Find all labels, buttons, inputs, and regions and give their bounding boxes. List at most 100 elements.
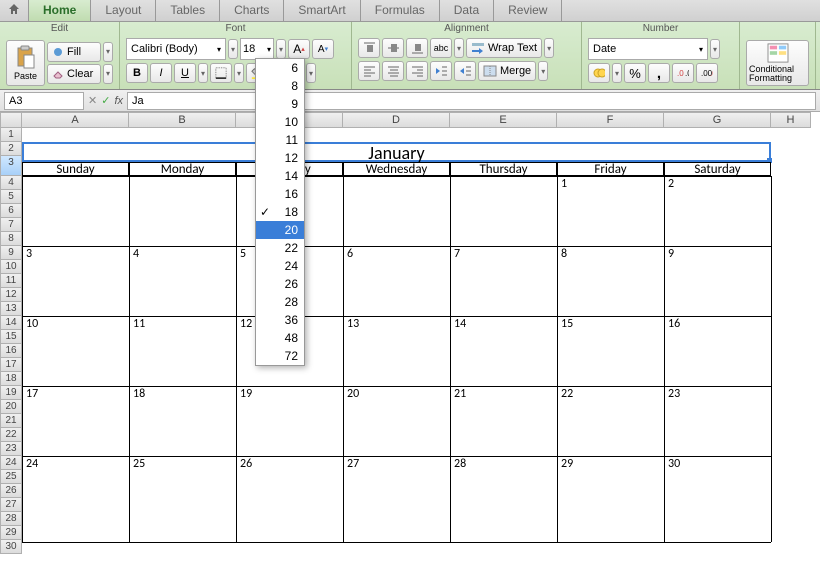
currency-button[interactable] (588, 63, 610, 83)
row-header-18[interactable]: 18 (0, 372, 22, 386)
col-header-G[interactable]: G (664, 112, 771, 128)
col-header-H[interactable]: H (771, 112, 811, 128)
confirm-icon[interactable]: ✓ (101, 94, 110, 107)
day-header[interactable]: Sunday (22, 162, 129, 176)
calendar-day[interactable]: 19 (238, 387, 252, 401)
clear-button[interactable]: Clear (47, 64, 101, 84)
row-header-8[interactable]: 8 (0, 232, 22, 246)
row-header-23[interactable]: 23 (0, 442, 22, 456)
align-middle-button[interactable] (382, 38, 404, 58)
font-size-option[interactable]: 26 (256, 275, 304, 293)
font-size-option[interactable]: 14 (256, 167, 304, 185)
tab-layout[interactable]: Layout (91, 0, 156, 21)
font-size-option[interactable]: 8 (256, 77, 304, 95)
day-header[interactable]: Friday (557, 162, 664, 176)
calendar-day[interactable]: 7 (452, 247, 460, 261)
row-header-5[interactable]: 5 (0, 190, 22, 204)
row-header-4[interactable]: 4 (0, 176, 22, 190)
orientation-button[interactable]: abc (430, 38, 452, 58)
calendar-day[interactable]: 22 (559, 387, 573, 401)
row-header-14[interactable]: 14 (0, 316, 22, 330)
calendar-day[interactable]: 21 (452, 387, 466, 401)
clear-dropdown[interactable]: ▾ (103, 64, 113, 84)
row-header-12[interactable]: 12 (0, 288, 22, 302)
font-size-option[interactable]: 12 (256, 149, 304, 167)
row-header-16[interactable]: 16 (0, 344, 22, 358)
calendar-day[interactable]: 12 (238, 317, 252, 331)
calendar-day[interactable]: 13 (345, 317, 359, 331)
font-size-option[interactable]: 20 (256, 221, 304, 239)
row-header-10[interactable]: 10 (0, 260, 22, 274)
font-size-option[interactable]: 36 (256, 311, 304, 329)
row-header-22[interactable]: 22 (0, 428, 22, 442)
row-header-20[interactable]: 20 (0, 400, 22, 414)
col-header-F[interactable]: F (557, 112, 664, 128)
orientation-dropdown[interactable]: ▾ (454, 38, 464, 58)
row-header-25[interactable]: 25 (0, 470, 22, 484)
calendar-day[interactable]: 17 (24, 387, 38, 401)
calendar-day[interactable]: 14 (452, 317, 466, 331)
calendar-day[interactable]: 23 (666, 387, 680, 401)
row-header-2[interactable]: 2 (0, 142, 22, 156)
row-header-11[interactable]: 11 (0, 274, 22, 288)
tab-charts[interactable]: Charts (220, 0, 284, 21)
indent-increase-button[interactable] (454, 61, 476, 81)
tab-smartart[interactable]: SmartArt (284, 0, 360, 21)
comma-button[interactable]: , (648, 63, 670, 83)
calendar-day[interactable]: 26 (238, 457, 252, 471)
calendar-day[interactable]: 5 (238, 247, 246, 261)
font-size-option[interactable]: 9 (256, 95, 304, 113)
align-left-button[interactable] (358, 61, 380, 81)
cancel-icon[interactable]: ✕ (88, 94, 97, 107)
select-all-corner[interactable] (0, 112, 22, 128)
calendar-day[interactable]: 1 (559, 177, 567, 191)
day-header[interactable]: Monday (129, 162, 236, 176)
font-size-option[interactable]: 24 (256, 257, 304, 275)
calendar-day[interactable]: 27 (345, 457, 359, 471)
tab-home[interactable]: Home (29, 0, 91, 21)
font-size-option[interactable]: 16 (256, 185, 304, 203)
row-header-1[interactable]: 1 (0, 128, 22, 142)
font-size-option[interactable]: 10 (256, 113, 304, 131)
calendar-day[interactable]: 4 (131, 247, 139, 261)
tab-formulas[interactable]: Formulas (361, 0, 440, 21)
row-header-7[interactable]: 7 (0, 218, 22, 232)
fill-dropdown[interactable]: ▾ (103, 42, 113, 62)
merge-button[interactable]: Merge (478, 61, 536, 81)
font-name-dropdown[interactable]: ▾ (228, 39, 238, 59)
col-header-B[interactable]: B (129, 112, 236, 128)
row-header-17[interactable]: 17 (0, 358, 22, 372)
name-box[interactable]: A3 (4, 92, 84, 110)
row-header-27[interactable]: 27 (0, 498, 22, 512)
calendar-day[interactable]: 29 (559, 457, 573, 471)
align-bottom-button[interactable] (406, 38, 428, 58)
font-size-option[interactable]: 22 (256, 239, 304, 257)
decrease-decimal-button[interactable]: .0.00 (672, 63, 694, 83)
row-header-19[interactable]: 19 (0, 386, 22, 400)
calendar-day[interactable]: 10 (24, 317, 38, 331)
formula-input[interactable]: Ja (127, 92, 816, 110)
merge-dropdown[interactable]: ▾ (538, 61, 548, 81)
calendar-day[interactable]: 2 (666, 177, 674, 191)
calendar-day[interactable]: 25 (131, 457, 145, 471)
col-header-D[interactable]: D (343, 112, 450, 128)
number-format-select[interactable]: Date▾ (588, 38, 708, 60)
calendar-day[interactable]: 20 (345, 387, 359, 401)
calendar-day[interactable]: 3 (24, 247, 32, 261)
tab-review[interactable]: Review (494, 0, 562, 21)
grow-font-button[interactable]: A▴ (288, 39, 310, 59)
row-header-9[interactable]: 9 (0, 246, 22, 260)
align-top-button[interactable] (358, 38, 380, 58)
col-header-E[interactable]: E (450, 112, 557, 128)
wrap-dropdown[interactable]: ▾ (544, 38, 554, 58)
home-icon-tab[interactable] (0, 0, 29, 21)
align-right-button[interactable] (406, 61, 428, 81)
calendar-day[interactable]: 18 (131, 387, 145, 401)
calendar-day[interactable]: 30 (666, 457, 680, 471)
align-center-button[interactable] (382, 61, 404, 81)
font-size-option[interactable]: 28 (256, 293, 304, 311)
tab-tables[interactable]: Tables (156, 0, 220, 21)
border-button[interactable] (210, 63, 232, 83)
underline-dropdown[interactable]: ▾ (198, 63, 208, 83)
fx-icon[interactable]: fx (114, 95, 123, 107)
